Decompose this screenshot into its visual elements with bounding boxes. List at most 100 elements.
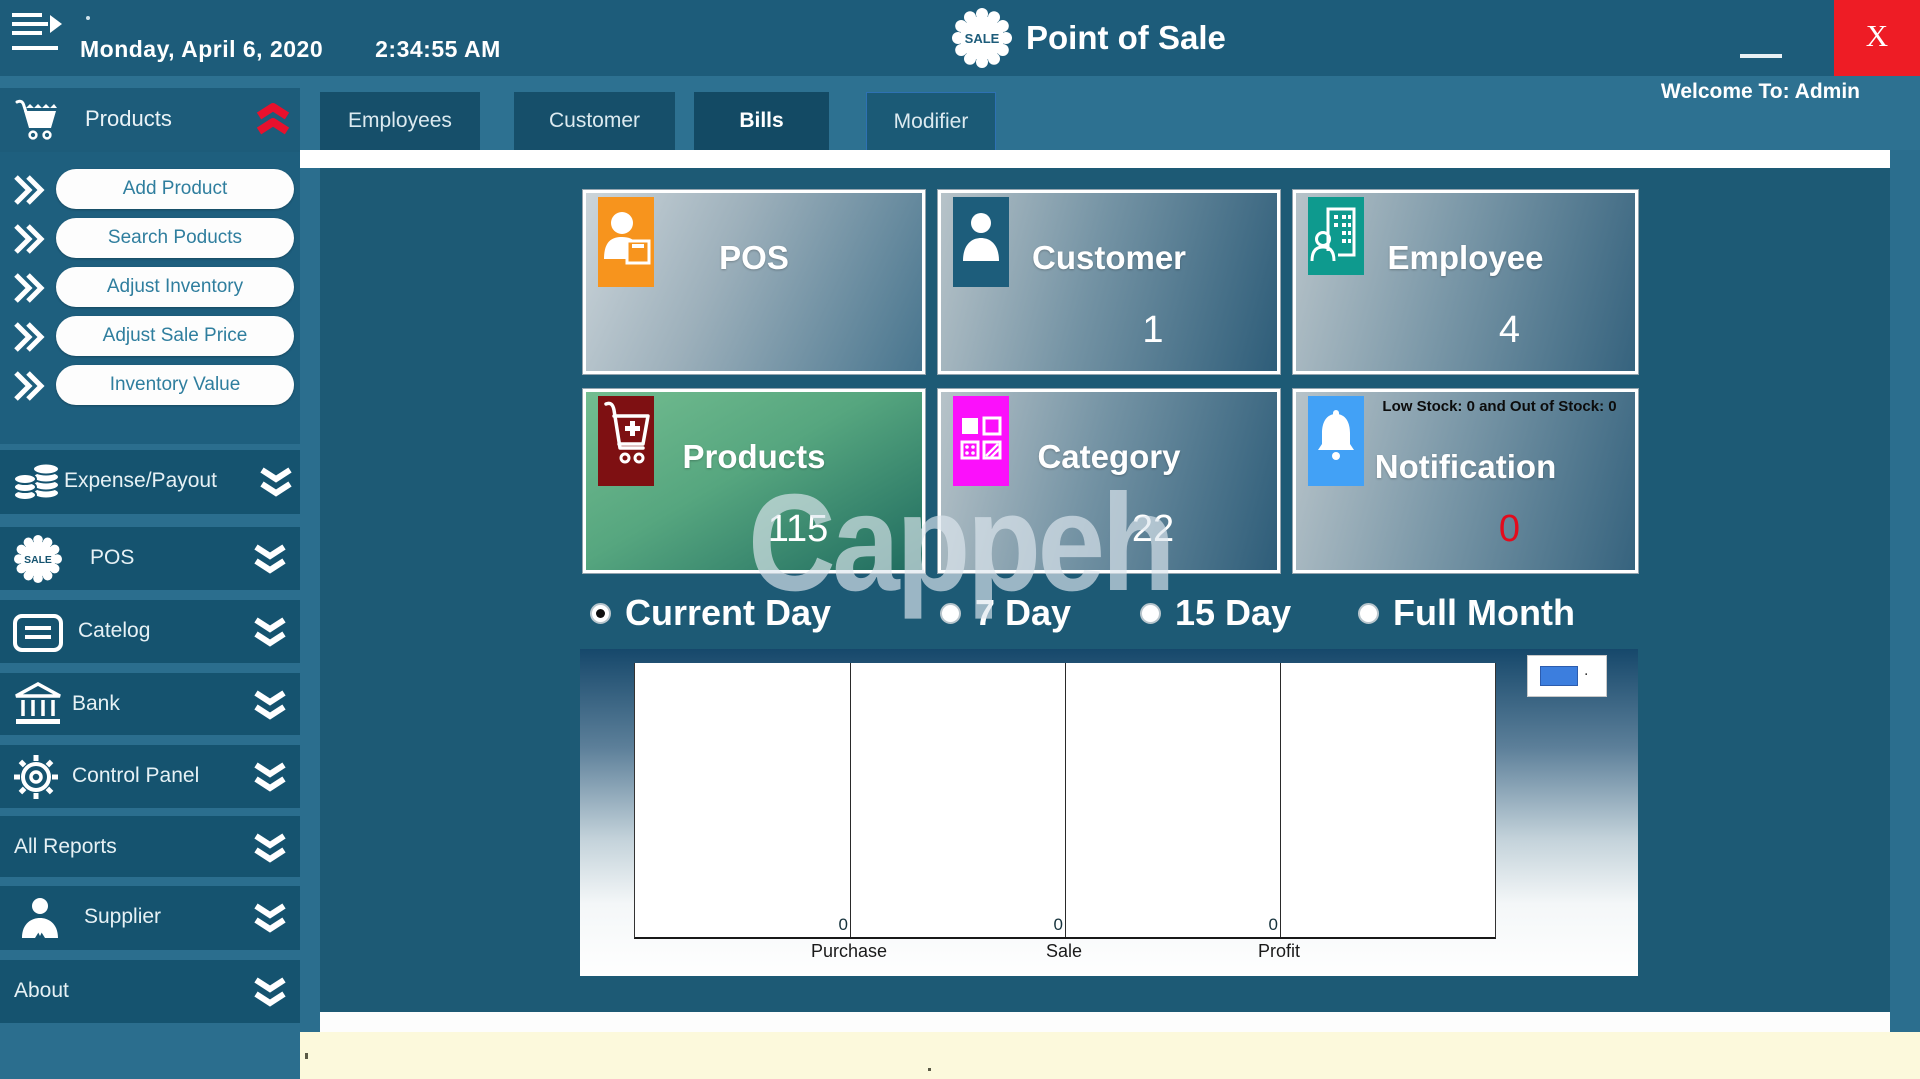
chevron-double-down-icon xyxy=(252,976,288,1008)
gear-icon xyxy=(12,753,64,797)
chart-gridline xyxy=(850,663,851,937)
add-product-button[interactable]: Add Product xyxy=(56,169,294,209)
tile-title: Notification xyxy=(1296,448,1635,486)
chart-gridline xyxy=(1280,663,1281,937)
tile-value: 115 xyxy=(586,508,922,551)
tile-pos[interactable]: POS xyxy=(583,190,925,374)
catalog-card-icon xyxy=(12,613,64,657)
tab-modifier[interactable]: Modifier xyxy=(866,92,996,152)
chevron-double-up-icon[interactable] xyxy=(254,102,292,136)
chart-value-label: 0 xyxy=(826,915,848,935)
datetime-display: Monday, April 6, 2020 2:34:55 AM xyxy=(80,36,501,63)
title-bar: Monday, April 6, 2020 2:34:55 AM SALE Poi… xyxy=(0,0,1920,76)
chart-plot-area: 0 0 0 xyxy=(634,663,1496,939)
sidebar-item-catelog[interactable]: Catelog xyxy=(0,600,300,663)
chevron-double-right-icon xyxy=(12,221,46,257)
legend-swatch xyxy=(1540,666,1578,686)
sidebar-item-products[interactable]: Products xyxy=(0,88,300,152)
sidebar-item-label: Supplier xyxy=(84,905,161,929)
chevron-double-down-icon xyxy=(258,466,294,498)
sidebar-item-label: Catelog xyxy=(78,619,150,643)
pos-application-window: Monday, April 6, 2020 2:34:55 AM SALE Poi… xyxy=(0,0,1920,1079)
coins-icon xyxy=(12,460,64,504)
svg-text:SALE: SALE xyxy=(965,31,1000,46)
radio-icon[interactable] xyxy=(590,603,611,624)
app-logo: SALE Point of Sale xyxy=(952,6,1422,70)
tile-employee[interactable]: Employee 4 xyxy=(1293,190,1638,374)
sidebar-item-label: Expense/Payout xyxy=(64,469,217,493)
chevron-double-down-icon xyxy=(252,761,288,793)
radio-full-month[interactable]: Full Month xyxy=(1358,588,1575,638)
search-products-button[interactable]: Search Poducts xyxy=(56,218,294,258)
shopping-cart-icon xyxy=(12,96,60,144)
hamburger-menu-icon[interactable] xyxy=(12,8,64,64)
tile-customer[interactable]: Customer 1 xyxy=(938,190,1280,374)
chart-gridline xyxy=(1065,663,1066,937)
sidebar-item-label: Products xyxy=(85,106,172,132)
chevron-double-down-icon xyxy=(252,616,288,648)
radio-15-day[interactable]: 15 Day xyxy=(1140,588,1291,638)
submenu-row: Add Product xyxy=(0,168,300,212)
inventory-value-button[interactable]: Inventory Value xyxy=(56,365,294,405)
radio-label: Current Day xyxy=(625,592,831,634)
tile-title: Customer xyxy=(941,239,1277,277)
svg-text:SALE: SALE xyxy=(24,555,52,566)
minimize-button[interactable] xyxy=(1740,54,1782,58)
sidebar-item-all-reports[interactable]: All Reports xyxy=(0,816,300,877)
tab-customer[interactable]: Customer xyxy=(514,92,675,150)
adjust-sale-price-button[interactable]: Adjust Sale Price xyxy=(56,316,294,356)
tile-value: 1 xyxy=(941,309,1277,352)
tile-products[interactable]: Products 115 xyxy=(583,389,925,573)
panel-top-divider xyxy=(300,150,1890,168)
radio-icon[interactable] xyxy=(940,603,961,624)
bank-icon xyxy=(12,681,64,725)
chevron-double-right-icon xyxy=(12,172,46,208)
sidebar-item-control-panel[interactable]: Control Panel xyxy=(0,745,300,808)
date-text: Monday, April 6, 2020 xyxy=(80,36,323,62)
stock-status-note: Low Stock: 0 and Out of Stock: 0 xyxy=(1368,398,1631,415)
tile-title: Category xyxy=(941,438,1277,476)
submenu-row: Adjust Inventory xyxy=(0,266,300,310)
adjust-inventory-button[interactable]: Adjust Inventory xyxy=(56,267,294,307)
tile-title: Products xyxy=(586,438,922,476)
sale-badge-icon: SALE xyxy=(952,8,1012,68)
time-text: 2:34:55 AM xyxy=(375,36,501,62)
sidebar-item-expense-payout[interactable]: Expense/Payout xyxy=(0,450,300,514)
close-button[interactable]: X xyxy=(1834,0,1920,76)
app-title: Point of Sale xyxy=(1026,19,1226,57)
submenu-row: Inventory Value xyxy=(0,364,300,408)
bottom-white-strip xyxy=(320,1012,1890,1032)
sidebar-item-label: Bank xyxy=(72,692,120,716)
sidebar-item-label: Control Panel xyxy=(72,764,199,788)
radio-icon[interactable] xyxy=(1358,603,1379,624)
radio-label: 7 Day xyxy=(975,592,1071,634)
tile-category[interactable]: Category 22 xyxy=(938,389,1280,573)
chevron-double-down-icon xyxy=(252,543,288,575)
welcome-message: Welcome To: Admin xyxy=(1580,80,1860,104)
chart-value-label: 0 xyxy=(1041,915,1063,935)
tile-title: Employee xyxy=(1296,239,1635,277)
sidebar-item-bank[interactable]: Bank xyxy=(0,673,300,735)
sidebar-item-label: All Reports xyxy=(14,835,117,859)
radio-icon[interactable] xyxy=(1140,603,1161,624)
legend-label: . xyxy=(1584,662,1588,680)
sidebar-item-supplier[interactable]: Supplier xyxy=(0,886,300,950)
chevron-double-right-icon xyxy=(12,319,46,355)
radio-label: Full Month xyxy=(1393,592,1575,634)
tile-value: 0 xyxy=(1296,508,1635,551)
radio-7-day[interactable]: 7 Day xyxy=(940,588,1071,638)
chevron-double-down-icon xyxy=(252,689,288,721)
radio-current-day[interactable]: Current Day xyxy=(590,588,831,638)
sales-chart: 0 0 0 Purchase Sale Profit . xyxy=(580,649,1638,976)
radio-label: 15 Day xyxy=(1175,592,1291,634)
tile-notification[interactable]: Low Stock: 0 and Out of Stock: 0 Notific… xyxy=(1293,389,1638,573)
chevron-double-right-icon xyxy=(12,270,46,306)
artifact-dot xyxy=(86,16,90,20)
chart-legend: . xyxy=(1527,655,1607,697)
bottom-status-strip xyxy=(300,1032,1920,1079)
tab-employees[interactable]: Employees xyxy=(320,92,480,150)
tab-bills[interactable]: Bills xyxy=(694,92,829,150)
sidebar-item-about[interactable]: About xyxy=(0,960,300,1023)
sidebar-item-pos[interactable]: SALE POS xyxy=(0,527,300,590)
sidebar-item-label: About xyxy=(14,979,69,1003)
